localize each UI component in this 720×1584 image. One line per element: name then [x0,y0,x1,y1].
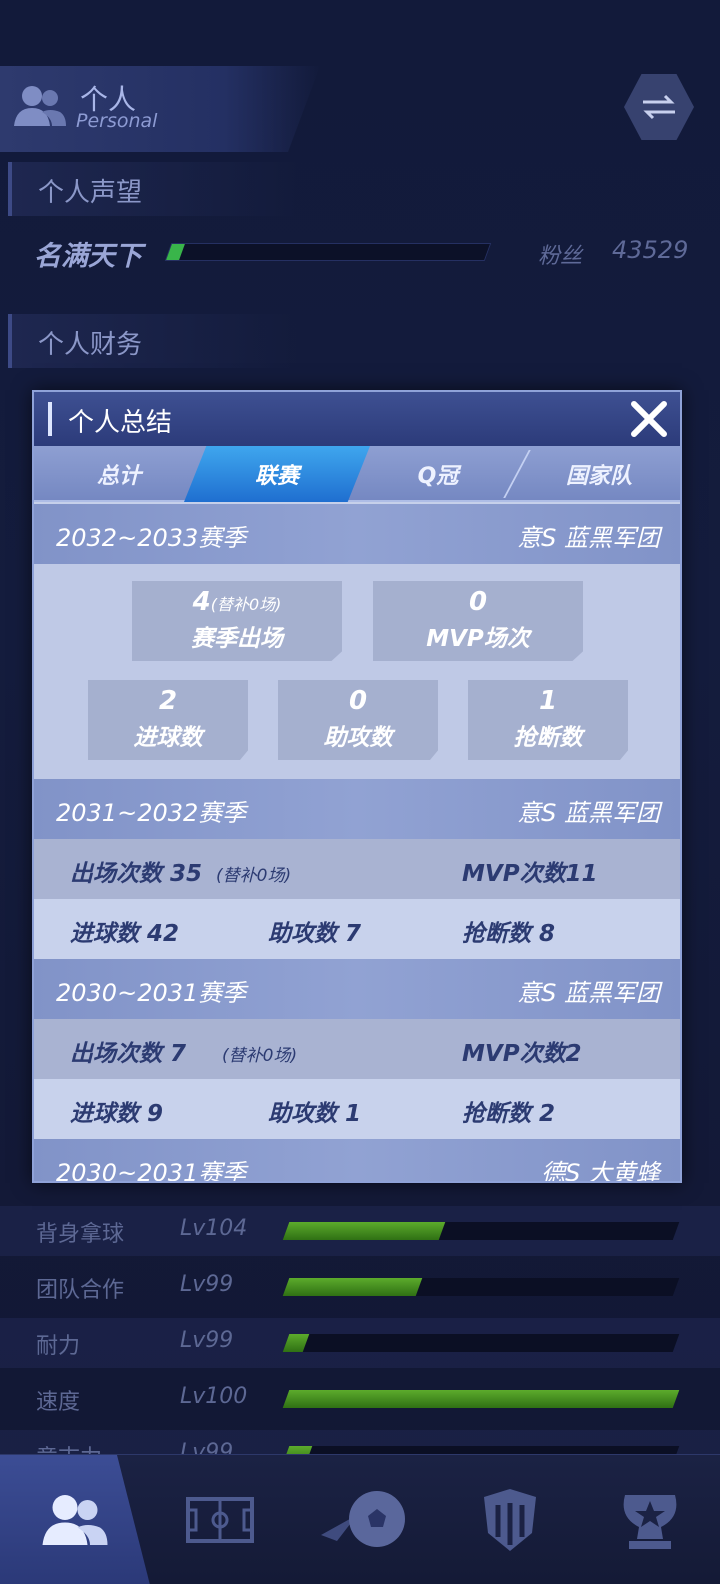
modal-header: 个人总结 [34,392,680,446]
fame-progress-bar [164,243,492,261]
personal-subtitle: Personal [76,110,158,132]
section-reputation: 个人声望 [8,162,298,216]
attribute-row: 背身拿球 Lv104 [0,1206,720,1256]
attribute-row: 速度 Lv100 [0,1374,720,1424]
nav-personal[interactable] [0,1455,150,1584]
swap-button[interactable] [624,74,694,140]
tab-q-cup[interactable]: Q冠 [360,446,516,502]
swap-arrows-icon [643,94,675,120]
fame-title: 名满天下 [34,241,142,272]
season-row-stats: 进球数 42 助攻数 7 抢断数 8 [34,899,680,959]
attribute-bar [282,1446,680,1454]
current-season-stats: 4(替补0场) 赛季出场 0 MVP场次 2 进球数 0 助攻数 1 抢断数 [34,564,680,779]
close-icon[interactable] [628,398,670,440]
season-list[interactable]: 2032~2033赛季 意S 蓝黑军团 4(替补0场) 赛季出场 0 MVP场次… [34,504,680,1181]
stat-tackles: 1 抢断数 [468,680,628,760]
fans-value: 43529 [612,236,689,264]
attribute-bar [282,1334,680,1352]
nav-pitch[interactable] [150,1455,290,1584]
stat-assists: 0 助攻数 [278,680,438,760]
section-finance: 个人财务 [8,314,298,368]
nav-match[interactable] [290,1455,440,1584]
stat-goals: 2 进球数 [88,680,248,760]
personal-icon [14,86,66,126]
attribute-bar [282,1278,680,1296]
season-header: 2030~2031赛季 德S 大黄蜂 [34,1139,680,1181]
nav-club[interactable] [440,1455,580,1584]
club-badge-icon [484,1489,536,1551]
attribute-row: 意志力 Lv99 [0,1430,720,1454]
trophy-icon [623,1495,677,1549]
attribute-bar [282,1390,680,1408]
season-row-appearances: 出场次数 7 (替补0场) MVP次数2 [34,1019,680,1079]
fans-label: 粉丝 [538,244,583,269]
nav-trophy[interactable] [580,1455,720,1584]
season-row-appearances: 出场次数 35 (替补0场) MVP次数11 [34,839,680,899]
pitch-icon [186,1497,254,1543]
modal-title: 个人总结 [68,408,173,438]
attribute-bar [282,1222,680,1240]
personal-icon [42,1495,108,1545]
season-header: 2032~2033赛季 意S 蓝黑军团 [34,504,680,564]
soccer-ball-icon [321,1491,405,1547]
attribute-row: 耐力 Lv99 [0,1318,720,1368]
stat-appearances: 4(替补0场) 赛季出场 [132,581,342,661]
season-header: 2030~2031赛季 意S 蓝黑军团 [34,959,680,1019]
bottom-navigation [0,1454,720,1584]
stat-mvp: 0 MVP场次 [373,581,583,661]
attribute-row: 团队合作 Lv99 [0,1262,720,1312]
tab-league[interactable]: 联赛 [184,446,370,502]
tab-national-team[interactable]: 国家队 [516,446,680,502]
summary-modal: 个人总结 总计 联赛 Q冠 国家队 2032~2033赛季 意S 蓝黑军团 4(… [32,390,682,1183]
season-header: 2031~2032赛季 意S 蓝黑军团 [34,779,680,839]
season-row-stats: 进球数 9 助攻数 1 抢断数 2 [34,1079,680,1139]
tab-bar: 总计 联赛 Q冠 国家队 [34,446,680,502]
tab-total[interactable]: 总计 [34,446,204,502]
